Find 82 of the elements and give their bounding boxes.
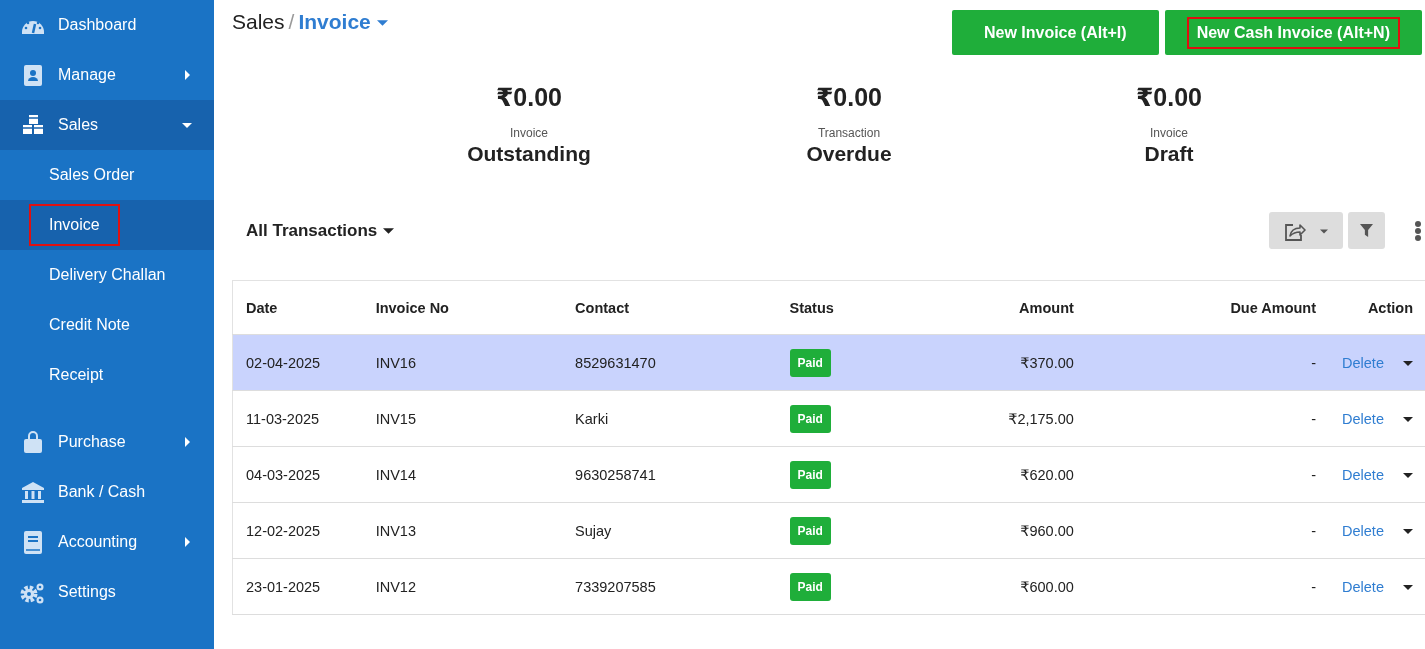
sidebar-item[interactable]: Settings [0,567,214,617]
summary-caption: Invoice [510,126,548,140]
submenu-item[interactable]: Invoice [29,204,120,246]
new-invoice-button[interactable]: New Invoice (Alt+I) [951,10,1159,55]
table-cell: - [1086,558,1330,615]
cubes-icon [20,113,46,137]
column-header: Status [776,280,903,335]
breadcrumb-current[interactable]: Invoice [298,10,371,34]
table-cell: 23-01-2025 [232,558,363,615]
delete-link[interactable]: Delete [1342,466,1384,483]
table-cell: INV13 [362,502,563,559]
table-cell: ₹600.00 [902,558,1087,615]
table-cell: 02-04-2025 [232,334,363,391]
table-cell: ₹2,175.00 [902,390,1087,447]
filter-button[interactable] [1348,212,1385,249]
table-cell: 12-02-2025 [232,502,363,559]
submenu-item[interactable]: Sales Order [29,154,155,196]
table-row[interactable]: 23-01-2025 INV12 7339207585 Paid ₹600.00 - Delete [232,558,1425,615]
delete-link[interactable]: Delete [1342,578,1384,595]
summary-amount: ₹0.00 [815,83,883,112]
breadcrumb-link[interactable]: Sales [232,10,285,34]
column-header: Amount [902,280,1087,335]
status-badge: Paid [789,460,831,489]
table-cell: Karki [562,390,777,447]
sidebar-item[interactable]: Accounting [0,517,214,567]
filter-icon [1360,224,1373,237]
summary-caption: Invoice [1150,126,1188,140]
table-cell: - [1086,446,1330,503]
table-cell: 9630258741 [562,446,777,503]
status-badge: Paid [789,516,831,545]
delete-link[interactable]: Delete [1342,410,1384,427]
column-header: Action [1329,280,1425,335]
table-cell: INV14 [362,446,563,503]
status-badge: Paid [789,572,831,601]
table-row[interactable]: 11-03-2025 INV15 Karki Paid ₹2,175.00 - Delete [232,390,1425,447]
table-cell: 11-03-2025 [232,390,363,447]
delete-link[interactable]: Delete [1342,522,1384,539]
transactions-filter-dropdown[interactable]: All Transactions [246,220,378,241]
table-cell: ₹370.00 [902,334,1087,391]
export-button[interactable] [1269,212,1343,249]
table-cell: - [1086,390,1330,447]
delete-link[interactable]: Delete [1342,354,1384,371]
more-options-icon [1414,219,1422,242]
sidebar-item[interactable]: Sales [0,100,214,150]
summary-title: Outstanding [467,142,591,166]
status-badge: Paid [789,348,831,377]
summary-amount: ₹0.00 [1135,83,1203,112]
table-cell: - [1086,502,1330,559]
column-header: Due Amount [1086,280,1330,335]
column-header: Contact [562,280,777,335]
table-cell: 8529631470 [562,334,777,391]
summary-amount: ₹0.00 [495,83,563,112]
table-row[interactable]: 12-02-2025 INV13 Sujay Paid ₹960.00 - Delete [232,502,1425,559]
table-cell: Sujay [562,502,777,559]
caret-down-icon [1320,226,1328,235]
submenu-item[interactable]: Credit Note [29,304,150,346]
table-cell: 04-03-2025 [232,446,363,503]
table-cell: ₹960.00 [902,502,1087,559]
table-cell: INV15 [362,390,563,447]
table-cell: - [1086,334,1330,391]
submenu-item[interactable]: Delivery Challan [29,254,186,296]
table-cell: ₹620.00 [902,446,1087,503]
new-invoice-button[interactable]: New Cash Invoice (Alt+N) [1164,10,1422,55]
status-badge: Paid [789,404,831,433]
table-cell: INV16 [362,334,563,391]
sidebar-item[interactable]: Purchase [0,417,214,467]
column-header: Date [232,280,363,335]
table-row[interactable]: 04-03-2025 INV14 9630258741 Paid ₹620.00 - Delete [232,446,1425,503]
submenu-item[interactable]: Receipt [29,354,124,396]
sidebar-item[interactable]: Bank / Cash [0,467,214,517]
column-header: Invoice No [362,280,563,335]
summary-caption: Transaction [817,126,881,140]
sidebar-item[interactable]: Dashboard [0,0,214,50]
caret-down-icon [383,225,395,236]
sidebar-item[interactable]: Manage [0,50,214,100]
breadcrumb-separator: / [288,10,295,34]
summary-title: Draft [1144,142,1194,166]
bank-icon [20,480,46,504]
table-row[interactable]: 02-04-2025 INV16 8529631470 Paid ₹370.00 - Delete [232,334,1425,391]
summary-title: Overdue [806,142,892,166]
table-cell: 7339207585 [562,558,777,615]
table-cell: INV12 [362,558,563,615]
